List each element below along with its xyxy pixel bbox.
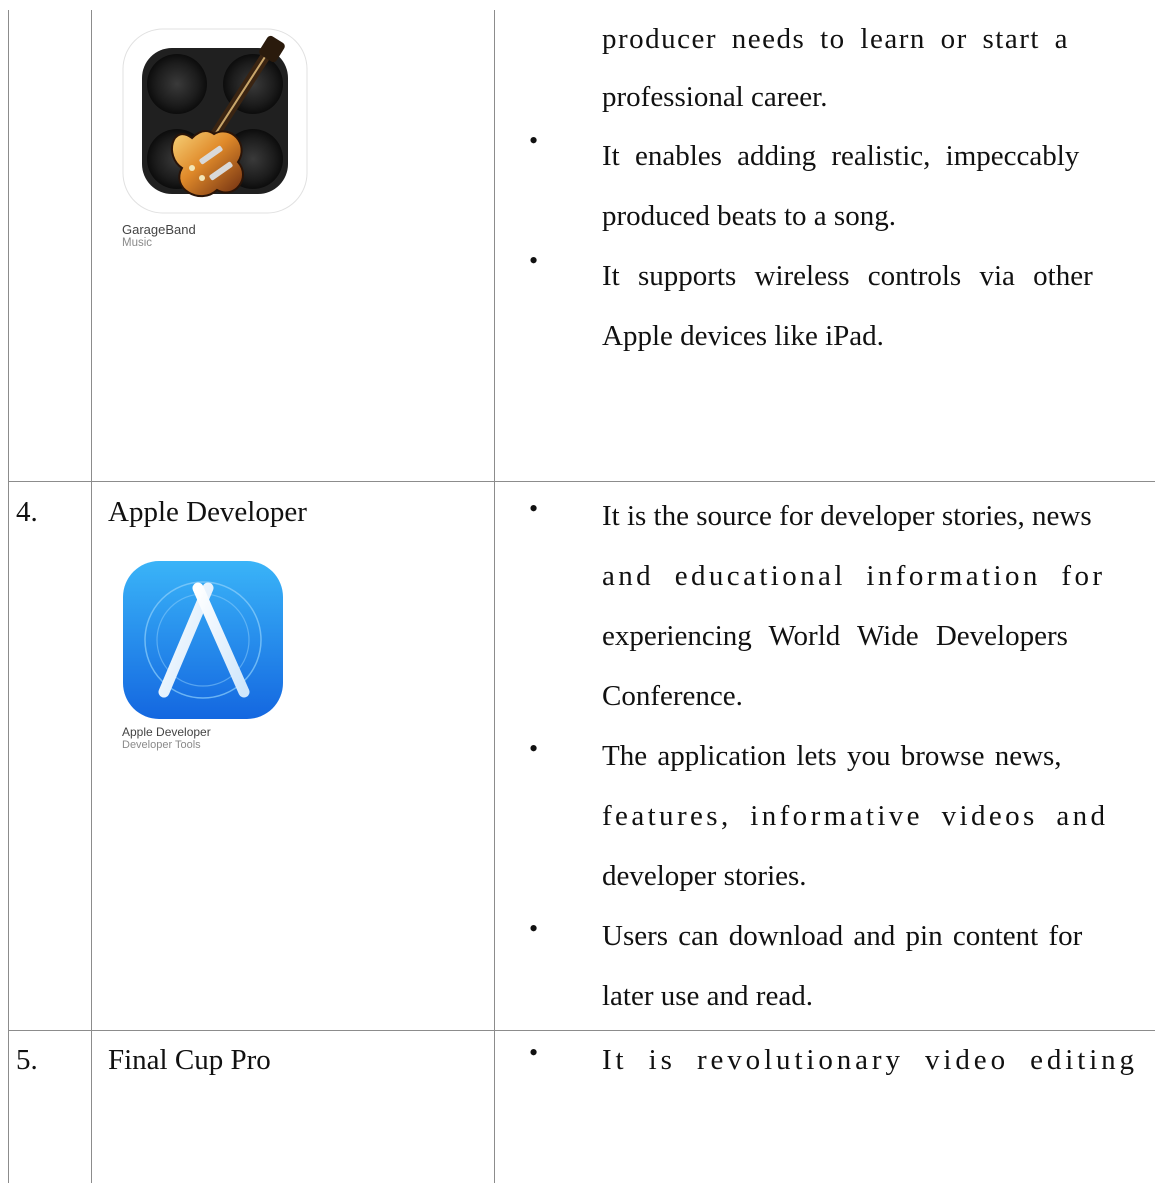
bullet-line: producer needs to learn or start a — [602, 23, 1070, 55]
bullet-line: It is the source for developer stories, … — [602, 500, 1092, 532]
bullet-dot: • — [529, 1038, 539, 1067]
feature-bullet: • Users can download and pin content for… — [528, 906, 1148, 1026]
bullet-dot: • — [529, 126, 539, 155]
app-tile-name: GarageBand — [122, 222, 196, 237]
app-title: Final Cup Pro — [108, 1044, 271, 1076]
table-border-col2 — [494, 10, 495, 1183]
garageband-guitar-icon — [122, 28, 308, 214]
bullet-line: features, informative videos and — [602, 800, 1109, 832]
bullet-line: Users can download and pin content for — [602, 920, 1083, 952]
bullet-line: produced beats to a song. — [602, 200, 896, 232]
apple-developer-a-icon — [122, 560, 284, 720]
feature-bullet: • The application lets you browse news, … — [528, 726, 1148, 906]
feature-bullet: producer needs to learn or start a profe… — [528, 8, 1148, 128]
row-apple-developer-features: • It is the source for developer stories… — [528, 486, 1148, 1026]
row-garageband-features: producer needs to learn or start a profe… — [528, 8, 1148, 366]
row-number: 5. — [16, 1044, 38, 1076]
bullet-line: and educational information for — [602, 560, 1106, 592]
bullet-dot: • — [529, 914, 539, 943]
bullet-line: It enables adding realistic, impeccably — [602, 140, 1080, 172]
row-final-cut-features: • It is revolutionary video editing — [528, 1030, 1148, 1090]
bullet-line: It is revolutionary video editing — [602, 1044, 1138, 1076]
app-tile-name: Apple Developer — [122, 725, 211, 739]
feature-bullet: • It is the source for developer stories… — [528, 486, 1148, 726]
bullet-dot: • — [529, 494, 539, 523]
bullet-line: later use and read. — [602, 980, 813, 1012]
bullet-line: It supports wireless controls via other — [602, 260, 1093, 292]
app-title: Apple Developer — [108, 496, 307, 528]
app-tile-garageband: GarageBand Music — [122, 28, 308, 250]
bullet-line: Conference. — [602, 680, 743, 712]
app-tile-category: Music — [122, 237, 153, 249]
bullet-line: experiencing World Wide Developers — [602, 620, 1068, 652]
bullet-dot: • — [529, 734, 539, 763]
row-divider-top — [8, 481, 1155, 482]
bullet-line: developer stories. — [602, 860, 807, 892]
bullet-line: The application lets you browse news, — [602, 740, 1062, 772]
table-border-col1 — [91, 10, 92, 1183]
table-border-left — [8, 10, 9, 1183]
feature-bullet: • It enables adding realistic, impeccabl… — [528, 126, 1148, 246]
feature-bullet: • It is revolutionary video editing — [528, 1030, 1148, 1090]
row-number: 4. — [16, 496, 38, 528]
bullet-line: Apple devices like iPad. — [602, 320, 884, 352]
app-tile-apple-developer: Apple Developer Developer Tools — [122, 560, 284, 751]
feature-bullet: • It supports wireless controls via othe… — [528, 246, 1148, 366]
app-tile-category: Developer Tools — [122, 739, 201, 751]
bullet-dot: • — [529, 246, 539, 275]
bullet-line: professional career. — [602, 81, 828, 113]
